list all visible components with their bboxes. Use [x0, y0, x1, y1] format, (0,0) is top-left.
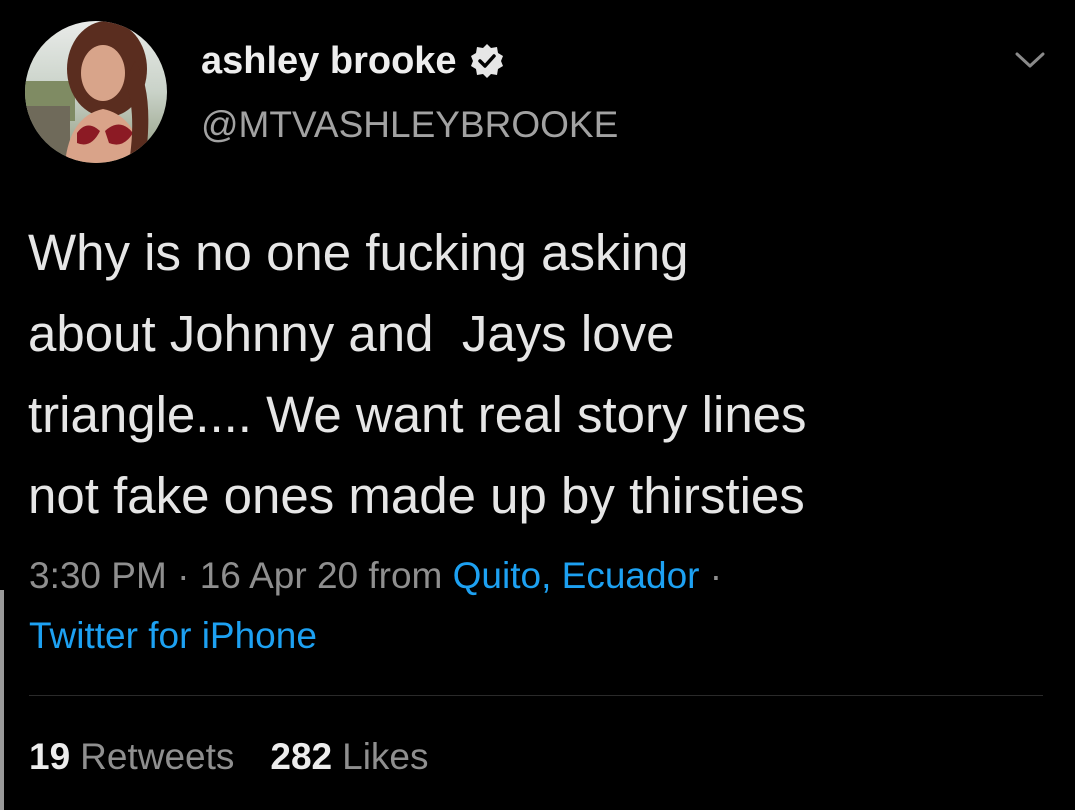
likes-count: 282	[270, 736, 333, 777]
retweets-label: Retweets	[80, 736, 235, 777]
author-handle[interactable]: @MTVASHLEYBROOKE	[201, 104, 618, 146]
avatar-image	[25, 21, 167, 163]
separator: ·	[177, 555, 190, 596]
tweet-detail: ashley brooke @MTVASHLEYBROOKE Why is no…	[0, 0, 1075, 810]
from-label: from	[368, 555, 443, 596]
verified-badge-icon	[469, 43, 505, 79]
engagement-stats: 19 Retweets 282 Likes	[29, 733, 465, 781]
chevron-down-icon[interactable]	[1013, 48, 1047, 72]
location-link[interactable]: Quito, Ecuador	[453, 555, 700, 596]
tweet-time[interactable]: 3:30 PM	[29, 555, 167, 596]
avatar[interactable]	[25, 21, 167, 163]
retweets-stat[interactable]: 19 Retweets	[29, 733, 234, 781]
tweet-meta: 3:30 PM · 16 Apr 20 from Quito, Ecuador …	[29, 552, 722, 600]
source-link[interactable]: Twitter for iPhone	[29, 615, 317, 656]
display-name[interactable]: ashley brooke	[201, 40, 457, 83]
likes-label: Likes	[342, 736, 429, 777]
divider	[29, 695, 1043, 696]
author-name-row[interactable]: ashley brooke	[201, 36, 505, 86]
retweets-count: 19	[29, 736, 71, 777]
tweet-source-row: Twitter for iPhone	[29, 612, 317, 660]
likes-stat[interactable]: 282 Likes	[270, 733, 428, 781]
tweet-text: Why is no one fucking asking about Johnn…	[28, 224, 807, 524]
screen-edge-indicator	[0, 590, 4, 810]
tweet-date[interactable]: 16 Apr 20	[200, 555, 358, 596]
separator: ·	[709, 555, 723, 596]
